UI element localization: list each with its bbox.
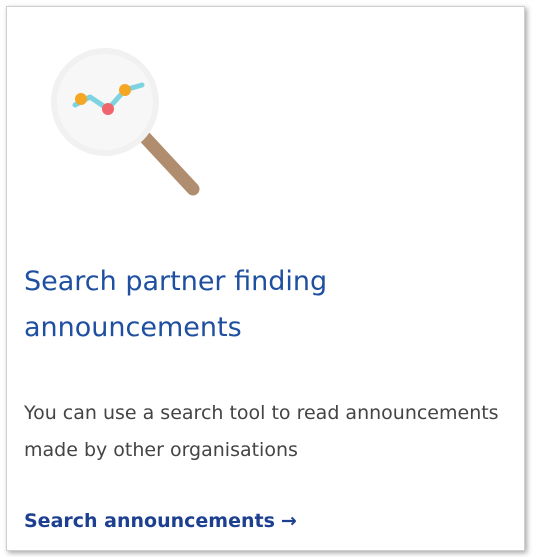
link-label: Search announcements <box>24 510 275 532</box>
card-title: Search partner finding announcements <box>24 266 328 343</box>
card-description: You can use a search tool to read announ… <box>24 402 499 461</box>
search-announcements-link[interactable]: Search announcements → <box>24 507 297 535</box>
arrow-right-icon: → <box>280 510 297 532</box>
partner-search-card: Search partner finding announcements You… <box>6 6 525 551</box>
magnifying-glass-chart-icon <box>51 48 200 196</box>
